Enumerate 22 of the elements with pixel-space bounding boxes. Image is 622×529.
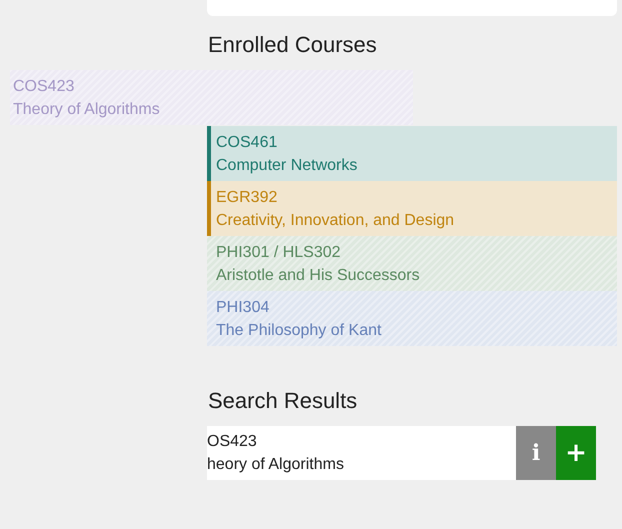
course-title: heory of Algorithms bbox=[207, 455, 345, 474]
course-code: OS423 bbox=[207, 432, 258, 451]
course-card[interactable]: COS423 Theory of Algorithms bbox=[10, 70, 413, 125]
course-title: Aristotle and His Successors bbox=[216, 266, 421, 284]
course-code: COS423 bbox=[13, 76, 76, 96]
course-card[interactable]: PHI304 The Philosophy of Kant bbox=[207, 291, 617, 346]
course-code: PHI304 bbox=[216, 298, 270, 316]
course-title: Creativity, Innovation, and Design bbox=[216, 210, 456, 230]
course-card[interactable]: EGR392 Creativity, Innovation, and Design bbox=[207, 181, 617, 236]
course-title: Theory of Algorithms bbox=[13, 100, 161, 118]
course-title: Computer Networks bbox=[216, 156, 358, 174]
course-title: The Philosophy of Kant bbox=[216, 320, 382, 340]
info-button[interactable]: i bbox=[516, 426, 556, 480]
course-code: COS461 bbox=[216, 132, 278, 152]
section-heading: Search Results bbox=[208, 388, 358, 414]
course-code: PHI301 / HLS302 bbox=[216, 242, 342, 262]
section-heading: Enrolled Courses bbox=[208, 32, 377, 58]
course-code: EGR392 bbox=[216, 188, 278, 206]
add-button[interactable]: + bbox=[556, 426, 596, 480]
search-result[interactable]: OS423 heory of Algorithms i + bbox=[207, 426, 596, 480]
course-card[interactable]: PHI301 / HLS302 Aristotle and His Successors bbox=[207, 236, 617, 291]
course-card[interactable]: COS461 Computer Networks bbox=[207, 126, 617, 181]
